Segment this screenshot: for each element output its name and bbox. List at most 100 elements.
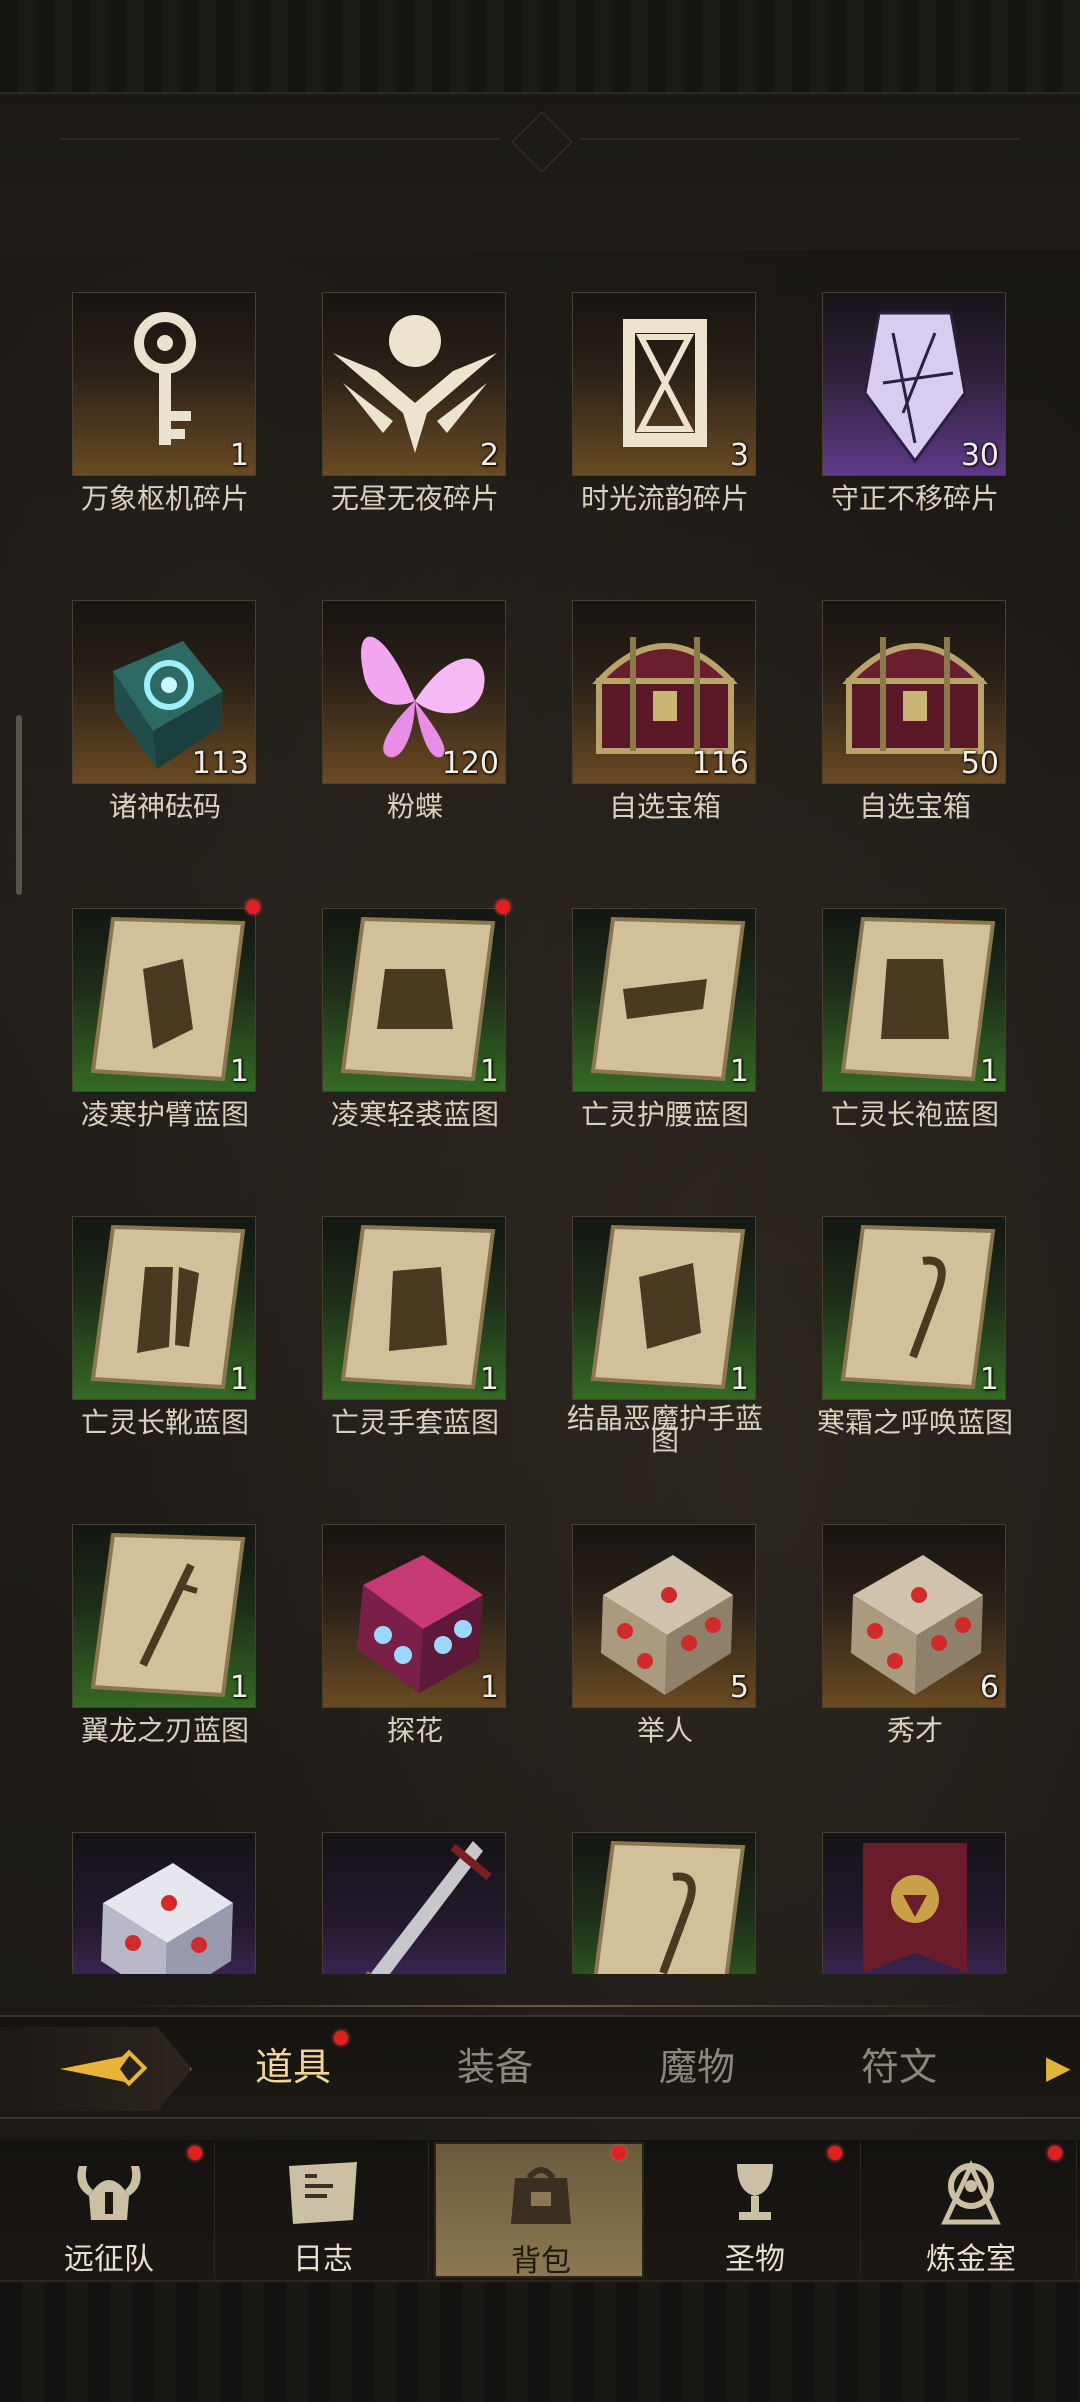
item-tile xyxy=(572,1832,756,1974)
inventory-item[interactable]: 1 亡灵长靴蓝图 xyxy=(50,1216,300,1486)
nav-relics[interactable]: 圣物 xyxy=(650,2142,861,2278)
blueprint-scroll-icon xyxy=(593,1840,746,1974)
item-tile: 6 xyxy=(822,1524,1006,1708)
inventory-item[interactable]: 50 自选宝箱 xyxy=(800,600,1050,870)
inventory-item[interactable]: 1 万象枢机碎片 xyxy=(50,292,300,562)
inventory-item[interactable] xyxy=(50,1832,300,1974)
inventory-item[interactable]: 1 亡灵护腰蓝图 xyxy=(550,908,800,1178)
inventory-item[interactable]: 1 翼龙之刃蓝图 xyxy=(50,1524,300,1794)
item-count: 5 xyxy=(729,1670,749,1705)
item-count: 1 xyxy=(729,1362,749,1397)
die-icon xyxy=(101,1863,233,1974)
item-name: 翼龙之刃蓝图 xyxy=(80,1714,249,1747)
divider xyxy=(110,2005,990,2007)
item-count: 120 xyxy=(441,746,499,781)
item-tile xyxy=(72,1832,256,1974)
item-tile: 1 xyxy=(822,1216,1006,1400)
inventory-item[interactable]: 1 探花 xyxy=(300,1524,550,1794)
bottom-navigation: 远征队 日志 背包 圣物 炼金室 xyxy=(0,2140,1080,2280)
item-name: 自选宝箱 xyxy=(858,790,971,823)
chalice-icon xyxy=(737,2164,773,2220)
item-tile: 1 xyxy=(72,1524,256,1708)
inventory-item[interactable]: 120 粉蝶 xyxy=(300,600,550,870)
item-count: 6 xyxy=(979,1670,999,1705)
nav-expedition[interactable]: 远征队 xyxy=(4,2142,215,2278)
sword-icon xyxy=(365,1841,492,1974)
inventory-item[interactable]: 116 自选宝箱 xyxy=(550,600,800,870)
inventory-item[interactable]: 1 亡灵长袍蓝图 xyxy=(800,908,1050,1178)
nav-alchemy[interactable]: 炼金室 xyxy=(866,2142,1077,2278)
nav-backpack[interactable]: 背包 xyxy=(434,2142,644,2279)
item-name: 寒霜之呼唤蓝图 xyxy=(816,1406,1013,1439)
item-tile: 1 xyxy=(322,1524,506,1708)
item-count: 113 xyxy=(191,746,249,781)
item-tile: 1 xyxy=(572,908,756,1092)
item-count: 3 xyxy=(729,438,749,473)
next-arrow-icon[interactable]: ▶ xyxy=(1046,2047,1071,2087)
item-name: 万象枢机碎片 xyxy=(80,482,249,515)
item-name: 举人 xyxy=(636,1714,693,1747)
banner-icon xyxy=(863,1843,967,1973)
bottom-decorative-frame xyxy=(0,2280,1080,2402)
blueprint-scroll-icon xyxy=(340,1224,496,1390)
item-tile: 1 xyxy=(322,1216,506,1400)
winged-emblem-icon xyxy=(333,315,497,453)
inventory-grid: 1 万象枢机碎片 2 无昼无夜碎片 3 时光流韵碎片 30 守正不移碎片 113… xyxy=(0,292,1080,1974)
inventory-item[interactable]: 5 举人 xyxy=(550,1524,800,1794)
blueprint-scroll-icon xyxy=(590,916,746,1082)
tab-equipment[interactable]: 装备 xyxy=(420,2037,570,2097)
inventory-item[interactable]: 6 秀才 xyxy=(800,1524,1050,1794)
inventory-item[interactable]: 1 凌寒轻裘蓝图 xyxy=(300,908,550,1178)
key-icon xyxy=(134,312,196,445)
inventory-item[interactable] xyxy=(550,1832,800,1974)
back-button[interactable] xyxy=(0,2027,192,2111)
item-tile: 5 xyxy=(572,1524,756,1708)
item-tile: 1 xyxy=(322,908,506,1092)
inventory-item[interactable] xyxy=(300,1832,550,1974)
top-decorative-frame xyxy=(0,0,1080,250)
blueprint-scroll-icon xyxy=(90,916,246,1082)
inventory-item[interactable]: 2 无昼无夜碎片 xyxy=(300,292,550,562)
item-name: 诸神砝码 xyxy=(108,790,221,823)
item-tile: 30 xyxy=(822,292,1006,476)
item-count: 1 xyxy=(479,1054,499,1089)
inventory-item[interactable]: 30 守正不移碎片 xyxy=(800,292,1050,562)
item-name: 凌寒护臂蓝图 xyxy=(80,1098,249,1131)
blueprint-scroll-icon xyxy=(90,1224,246,1390)
nav-label: 远征队 xyxy=(64,2242,154,2277)
item-tile: 113 xyxy=(72,600,256,784)
inventory-item[interactable]: 1 亡灵手套蓝图 xyxy=(300,1216,550,1486)
item-name: 亡灵手套蓝图 xyxy=(330,1406,499,1439)
tab-items[interactable]: 道具 xyxy=(218,2037,368,2097)
item-name: 粉蝶 xyxy=(386,790,443,823)
bottom-bar: 道具 装备 魔物 符文 ▶ 远征队 日志 背包 圣物 炼金室 xyxy=(0,1985,1080,2402)
blueprint-scroll-icon xyxy=(840,1224,996,1390)
tab-monsters[interactable]: 魔物 xyxy=(622,2037,772,2097)
inventory-item[interactable]: 3 时光流韵碎片 xyxy=(550,292,800,562)
item-count: 1 xyxy=(229,438,249,473)
nav-label: 炼金室 xyxy=(926,2242,1016,2277)
notification-dot xyxy=(612,2146,626,2160)
inventory-item[interactable] xyxy=(800,1832,1050,1974)
inventory-item[interactable]: 1 寒霜之呼唤蓝图 xyxy=(800,1216,1050,1486)
item-name: 时光流韵碎片 xyxy=(580,482,749,515)
blueprint-scroll-icon xyxy=(590,1224,746,1390)
blueprint-scroll-icon xyxy=(90,1532,246,1698)
map-icon xyxy=(289,2162,357,2224)
nav-label: 日志 xyxy=(293,2242,353,2277)
item-name: 无昼无夜碎片 xyxy=(330,482,499,515)
inventory-item[interactable]: 1 凌寒护臂蓝图 xyxy=(50,908,300,1178)
viking-helmet-icon xyxy=(77,2166,141,2220)
inventory-item[interactable]: 1 结晶恶魔护手蓝 图 xyxy=(550,1216,800,1486)
item-tile: 1 xyxy=(572,1216,756,1400)
item-count: 116 xyxy=(691,746,749,781)
inventory-item[interactable]: 113 诸神砝码 xyxy=(50,600,300,870)
item-tile: 1 xyxy=(72,292,256,476)
notification-dot xyxy=(188,2146,202,2160)
item-count: 1 xyxy=(229,1362,249,1397)
notification-dot xyxy=(496,900,510,914)
tab-runes[interactable]: 符文 xyxy=(824,2037,974,2097)
item-count: 1 xyxy=(979,1362,999,1397)
nav-journal[interactable]: 日志 xyxy=(218,2142,429,2278)
magic-die-icon xyxy=(357,1555,483,1693)
